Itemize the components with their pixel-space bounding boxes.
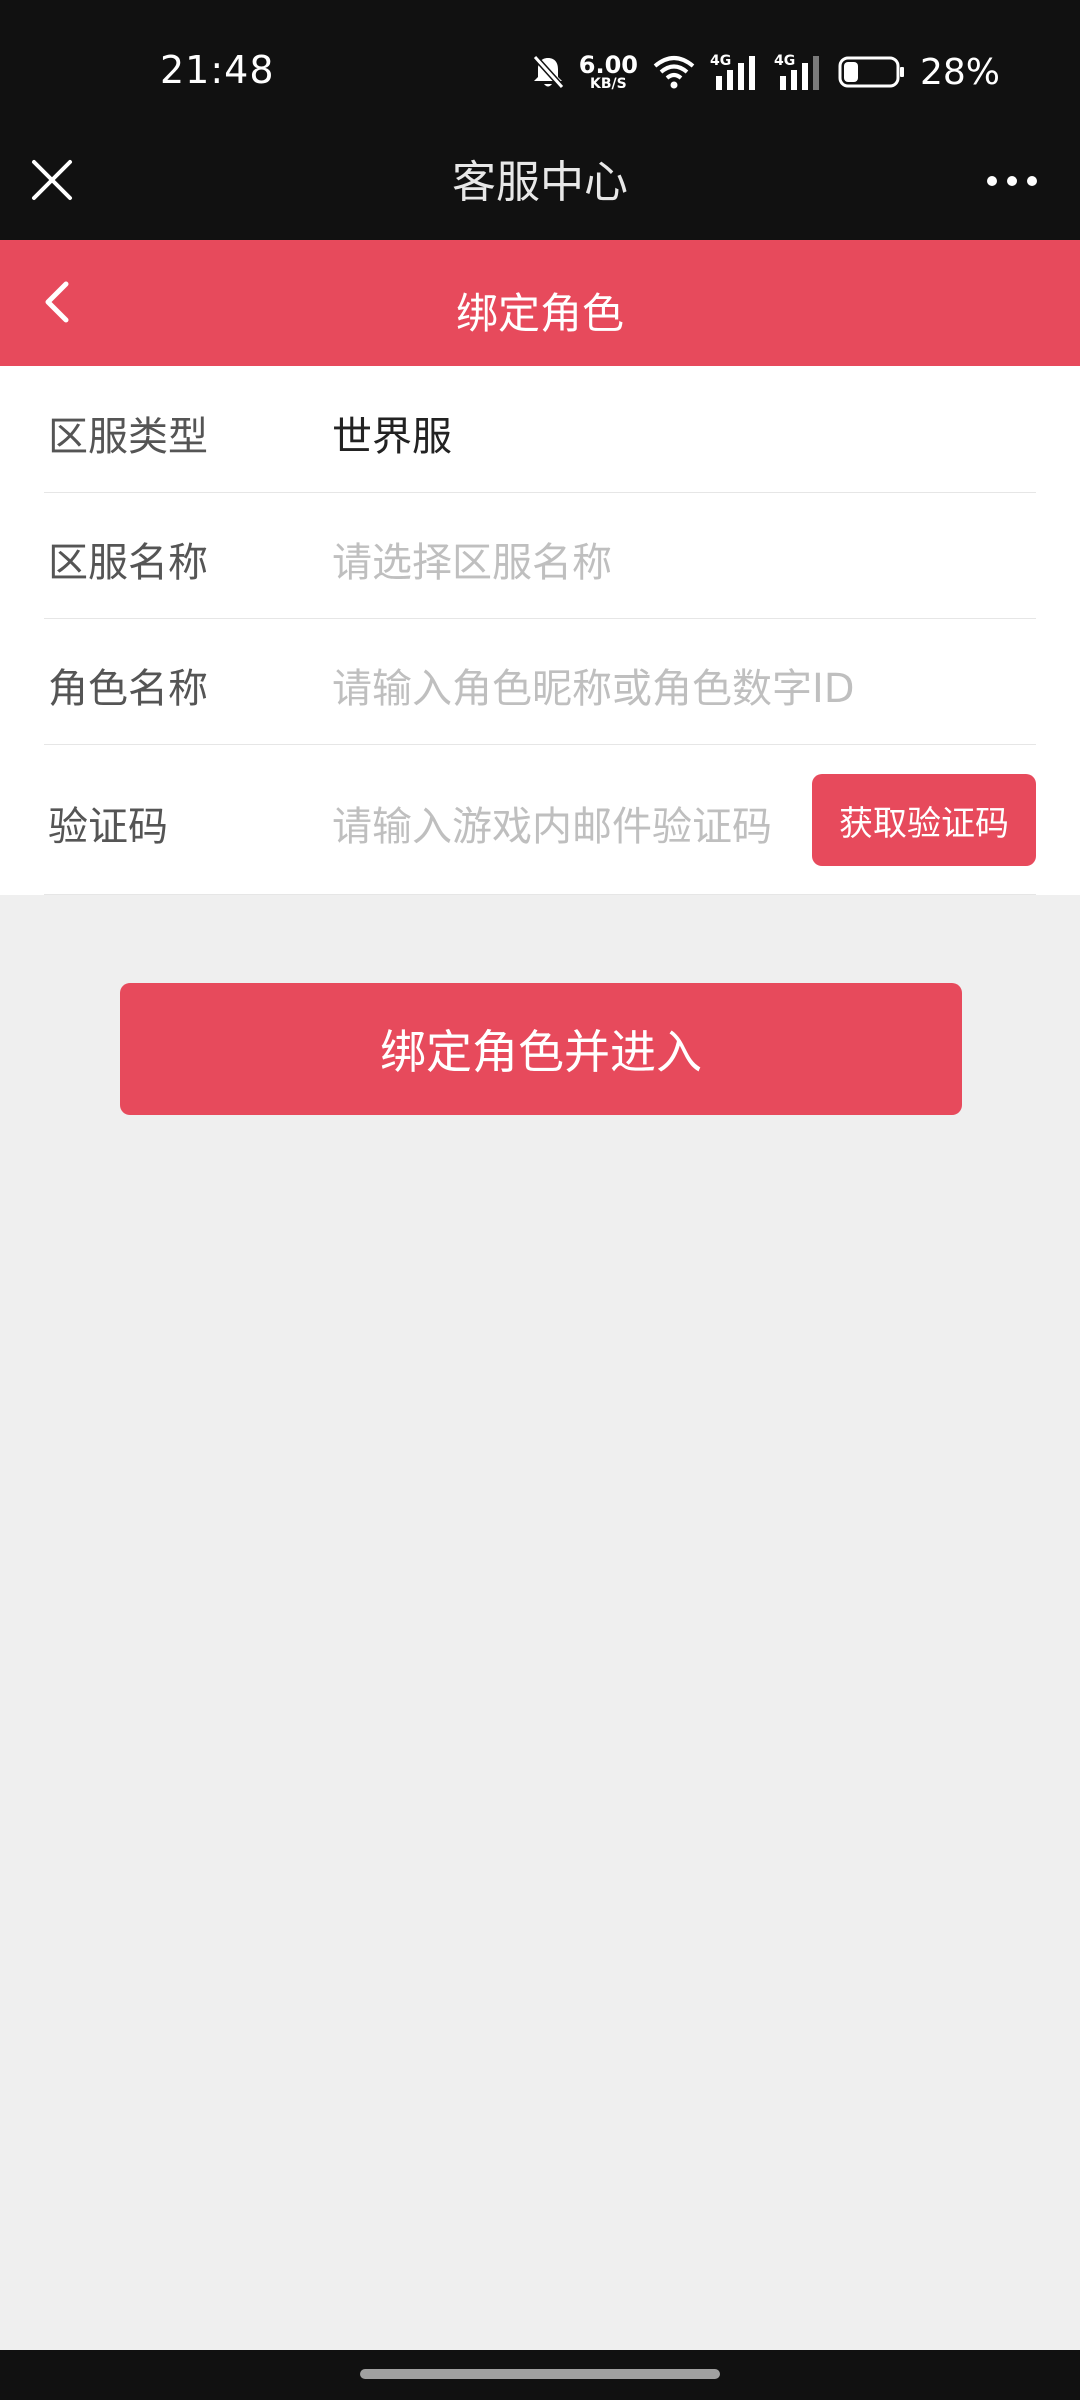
server-type-label: 区服类型: [48, 414, 208, 460]
server-name-select[interactable]: 请选择区服名称: [332, 530, 612, 588]
status-icons: 6.00 KB/S 4G 4G 28%: [531, 48, 1000, 96]
page-title: 客服中心: [452, 157, 628, 208]
network-type-label: 4G: [710, 53, 731, 69]
server-name-row[interactable]: 区服名称 请选择区服名称: [44, 492, 1036, 619]
get-code-button[interactable]: 获取验证码: [812, 774, 1036, 866]
bell-muted-icon: [532, 54, 564, 90]
verification-code-input[interactable]: 请输入游戏内邮件验证码: [332, 794, 772, 852]
net-speed-value: 6.00: [578, 51, 638, 79]
home-indicator[interactable]: [360, 2369, 720, 2379]
role-name-input[interactable]: 请输入角色昵称或角色数字ID: [332, 656, 855, 714]
signal-icon: 4G: [774, 53, 819, 90]
status-bar: 21:48 6.00 KB/S 4G 4G 28%: [0, 0, 1080, 142]
server-name-label: 区服名称: [48, 540, 208, 586]
battery-icon: [838, 56, 904, 88]
header-title: 绑定角色: [455, 289, 624, 338]
net-speed-unit: KB/S: [590, 76, 627, 92]
bind-and-enter-button[interactable]: 绑定角色并进入: [120, 983, 962, 1115]
battery-percent: 28%: [919, 51, 1000, 93]
signal-icon: 4G: [710, 53, 755, 90]
verification-code-label: 验证码: [48, 804, 168, 850]
role-name-row: 角色名称 请输入角色昵称或角色数字ID: [44, 618, 1036, 745]
system-nav-bar: [0, 2350, 1080, 2400]
battery-fill: [843, 62, 858, 82]
more-icon[interactable]: [984, 166, 1040, 196]
verification-code-row: 验证码 请输入游戏内邮件验证码 获取验证码: [44, 744, 1036, 895]
role-name-label: 角色名称: [48, 666, 208, 712]
network-type-label: 4G: [774, 53, 795, 69]
bind-role-form: 区服类型 世界服 区服名称 请选择区服名称 角色名称 请输入角色昵称或角色数字I…: [0, 366, 1080, 895]
net-speed: 6.00 KB/S: [579, 53, 638, 91]
title-bar: 客服中心: [0, 142, 1080, 240]
server-type-row[interactable]: 区服类型 世界服: [44, 366, 1036, 493]
wifi-icon: [653, 56, 695, 89]
header: 绑定角色: [0, 240, 1080, 366]
status-time: 21:48: [160, 48, 275, 92]
server-type-value[interactable]: 世界服: [332, 404, 452, 462]
